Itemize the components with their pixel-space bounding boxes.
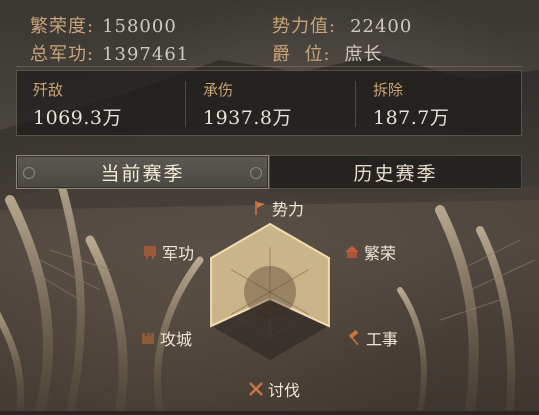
prosperity-label: 繁荣度: <box>30 16 95 37</box>
power-value: 22400 <box>350 16 413 37</box>
demolish-label: 拆除 <box>373 81 404 99</box>
damage-taken-label: 承伤 <box>203 81 234 99</box>
power-stat: 势力值: 22400 <box>272 12 412 38</box>
stats-separator <box>185 81 186 127</box>
axis-prosperity: 繁荣 <box>344 240 396 264</box>
flag-icon <box>142 244 158 260</box>
power-label: 势力值: <box>272 16 337 37</box>
kills-cell: 歼敌 1069.3万 <box>17 71 185 135</box>
axis-power-label: 势力 <box>272 200 305 219</box>
prosperity-stat: 繁荣度: 158000 <box>30 12 177 38</box>
top-stats: 繁荣度: 158000 势力值: 22400 总军功: 1397461 爵 位: 庶长 <box>0 0 539 66</box>
tab-history-season[interactable]: 历史赛季 <box>269 155 522 189</box>
banner-icon <box>252 200 268 216</box>
tab-current-season-label: 当前赛季 <box>100 162 185 185</box>
axis-crusade: 讨伐 <box>248 377 300 401</box>
house-icon <box>344 244 360 260</box>
kills-label: 歼敌 <box>33 81 64 99</box>
demolish-cell: 拆除 187.7万 <box>357 71 521 135</box>
rank-stat: 爵 位: 庶长 <box>272 40 383 66</box>
rank-value: 庶长 <box>344 44 383 65</box>
stats-separator <box>355 81 356 127</box>
axis-fortification-label: 工事 <box>366 330 399 349</box>
axis-siege: 攻城 <box>140 326 192 350</box>
rank-label: 爵 位: <box>272 44 331 65</box>
axis-power: 势力 <box>252 196 304 220</box>
axis-fortification: 工事 <box>346 326 398 350</box>
total-merit-label: 总军功: <box>30 44 95 65</box>
ornament-icon <box>23 167 35 179</box>
axis-merit: 军功 <box>142 240 194 264</box>
radar-center-shade <box>244 266 296 318</box>
total-merit-value: 1397461 <box>102 44 190 65</box>
season-tabs: 当前赛季 历史赛季 <box>16 155 523 189</box>
tab-history-season-label: 历史赛季 <box>353 162 438 185</box>
kills-value: 1069.3万 <box>33 107 122 129</box>
battle-stats-panel: 歼敌 1069.3万 承伤 1937.8万 拆除 187.7万 <box>16 70 522 136</box>
total-merit-stat: 总军功: 1397461 <box>30 40 189 66</box>
siege-icon <box>140 330 156 346</box>
axis-crusade-label: 讨伐 <box>268 381 301 400</box>
prosperity-value: 158000 <box>102 16 177 37</box>
hammer-icon <box>346 329 362 346</box>
damage-taken-value: 1937.8万 <box>203 107 292 129</box>
axis-prosperity-label: 繁荣 <box>364 244 397 263</box>
tab-current-season[interactable]: 当前赛季 <box>16 155 269 189</box>
demolish-value: 187.7万 <box>373 107 450 129</box>
ornament-icon <box>250 167 262 179</box>
top-divider <box>16 66 523 67</box>
axis-merit-label: 军功 <box>162 244 195 263</box>
crossed-swords-icon <box>248 381 264 397</box>
damage-taken-cell: 承伤 1937.8万 <box>187 71 355 135</box>
axis-siege-label: 攻城 <box>160 330 193 349</box>
radar-chart: 势力 繁荣 工事 讨伐 攻城 军功 <box>130 192 410 411</box>
